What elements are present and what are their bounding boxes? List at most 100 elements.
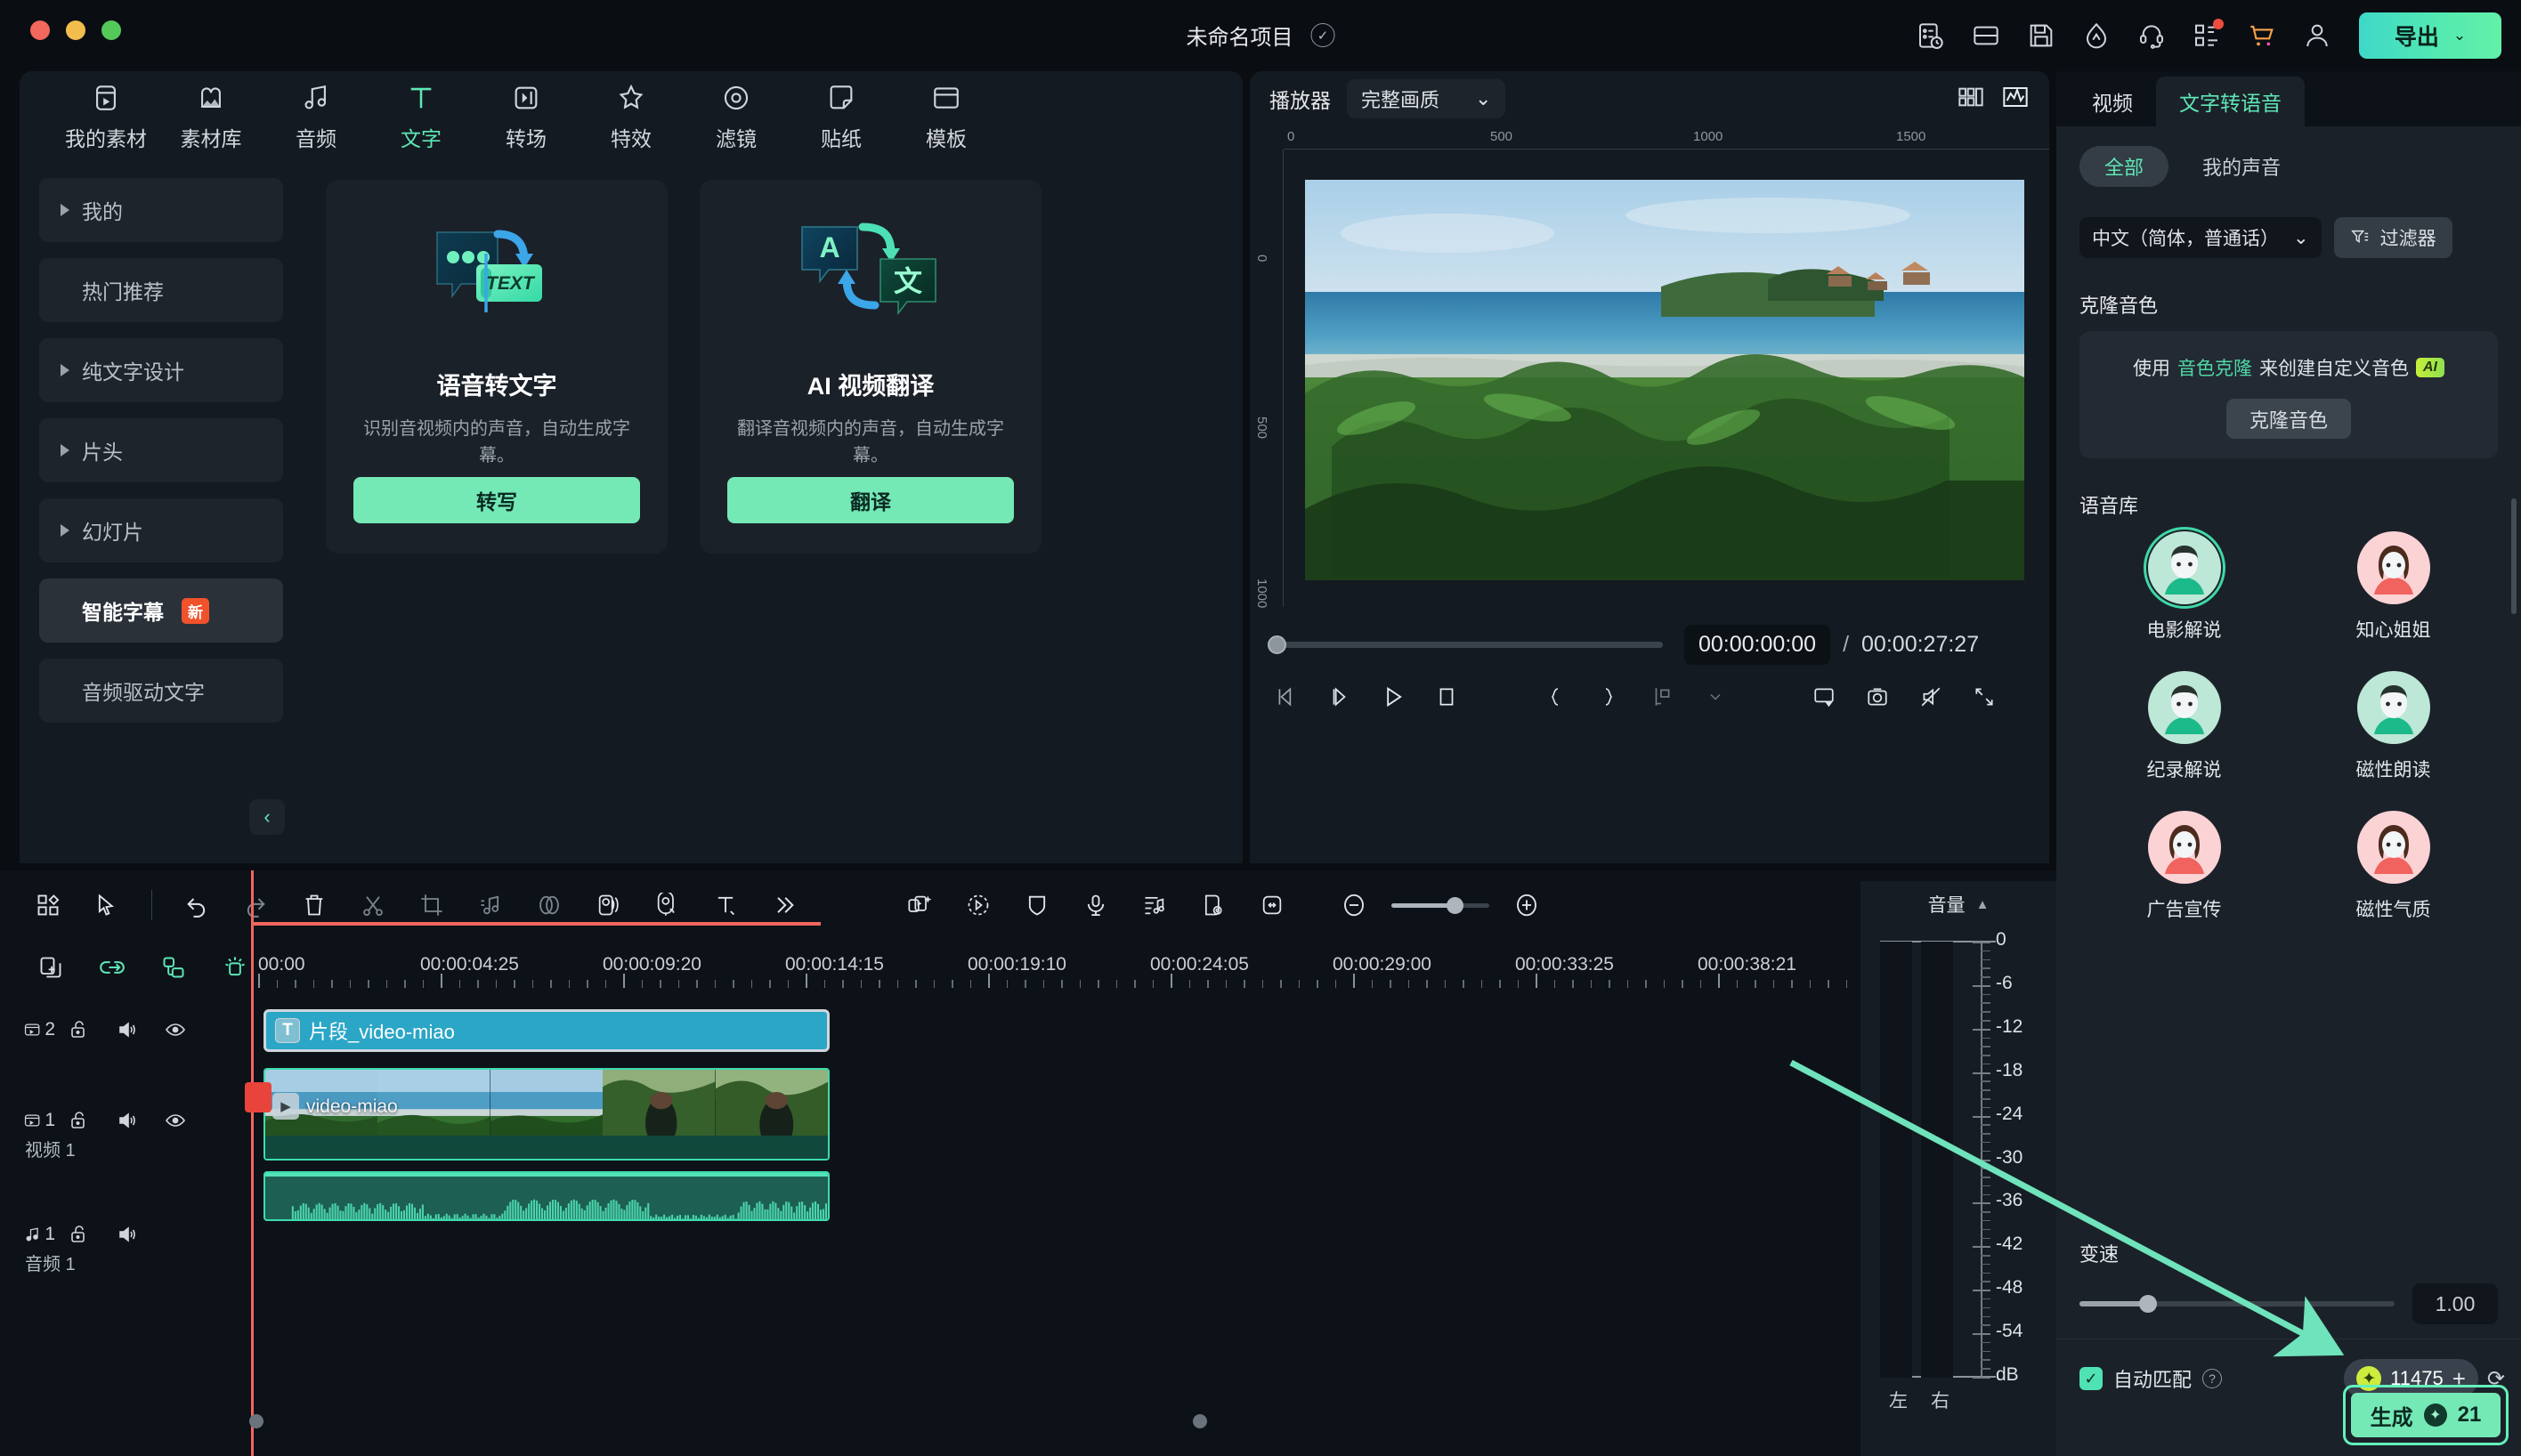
segment-all[interactable]: 全部 bbox=[2079, 146, 2169, 187]
eye-icon[interactable] bbox=[151, 1110, 199, 1131]
automatch-checkbox[interactable]: ✓ bbox=[2079, 1367, 2103, 1390]
current-timecode[interactable]: 00:00:00:00 bbox=[1684, 624, 1831, 665]
support-icon[interactable] bbox=[2126, 10, 2177, 61]
tab-video[interactable]: 视频 bbox=[2069, 77, 2156, 126]
unlock-icon[interactable] bbox=[55, 1110, 103, 1131]
chevron-down-icon[interactable] bbox=[1700, 682, 1731, 712]
minus-icon[interactable] bbox=[1336, 887, 1372, 923]
chevron-left-icon[interactable]: ‹ bbox=[249, 799, 285, 835]
zoom-slider-handle[interactable] bbox=[1446, 896, 1463, 914]
speed-slider[interactable] bbox=[2079, 1295, 2395, 1313]
voice-item-3[interactable]: 磁性朗读 bbox=[2289, 671, 2498, 782]
sidebar-item-plain-text-design[interactable]: 纯文字设计 bbox=[39, 338, 283, 402]
speed-slider-handle[interactable] bbox=[2139, 1295, 2158, 1313]
voice-item-2[interactable]: 纪录解说 bbox=[2079, 671, 2289, 782]
right-panel-scrollbar[interactable] bbox=[2511, 498, 2517, 614]
voice-item-5[interactable]: 磁性气质 bbox=[2289, 811, 2498, 922]
sidebar-item-slideshow[interactable]: 幻灯片 bbox=[39, 498, 283, 562]
clone-text-link[interactable]: 音色克隆 bbox=[2177, 354, 2252, 381]
snapshot-icon[interactable] bbox=[1862, 682, 1893, 712]
ai-tools-icon[interactable] bbox=[902, 887, 937, 923]
scrollbar-handle-right[interactable] bbox=[1193, 1414, 1207, 1428]
meter-header[interactable]: 音量 ▲ bbox=[1860, 881, 2056, 927]
text-clip[interactable]: T 片段_video-miao bbox=[263, 1009, 830, 1052]
mark-out-icon[interactable] bbox=[1593, 682, 1624, 712]
export-button[interactable]: 导出 ⌄ bbox=[2359, 12, 2501, 59]
more-icon[interactable] bbox=[766, 887, 802, 923]
performance-icon[interactable] bbox=[2071, 10, 2122, 61]
text-icon[interactable] bbox=[708, 887, 743, 923]
layout-icon[interactable] bbox=[1960, 10, 2012, 61]
prev-frame-icon[interactable] bbox=[1271, 682, 1301, 712]
playhead[interactable] bbox=[251, 870, 254, 1456]
voice-item-0[interactable]: 电影解说 bbox=[2079, 527, 2289, 643]
video-preview[interactable] bbox=[1305, 180, 2024, 580]
eye-icon[interactable] bbox=[151, 1019, 199, 1040]
detach-audio-icon[interactable] bbox=[473, 887, 508, 923]
shield-icon[interactable] bbox=[1019, 887, 1055, 923]
seek-slider[interactable] bbox=[1268, 635, 1663, 654]
category-templates[interactable]: 模板 bbox=[894, 83, 999, 152]
magnet-icon[interactable] bbox=[218, 950, 251, 985]
caret-up-icon[interactable]: ▲ bbox=[1976, 897, 1990, 912]
translate-button[interactable]: 翻译 bbox=[727, 477, 1014, 523]
auto-caption-icon[interactable] bbox=[649, 887, 685, 923]
speaker-icon[interactable] bbox=[103, 1224, 151, 1245]
history-icon[interactable] bbox=[1905, 10, 1957, 61]
voice-item-1[interactable]: 知心姐姐 bbox=[2289, 531, 2498, 643]
zoom-slider[interactable] bbox=[1391, 896, 1489, 914]
waveform-icon[interactable] bbox=[2001, 83, 2030, 116]
sidebar-item-audio-driven-text[interactable]: 音频驱动文字 bbox=[39, 659, 283, 723]
crop-icon[interactable] bbox=[414, 887, 450, 923]
play-icon[interactable] bbox=[1378, 682, 1408, 712]
duplicate-icon[interactable] bbox=[34, 950, 67, 985]
stop-icon[interactable] bbox=[1431, 682, 1462, 712]
mask-icon[interactable] bbox=[531, 887, 567, 923]
account-icon[interactable] bbox=[2291, 10, 2343, 61]
maximize-window-button[interactable] bbox=[101, 20, 121, 40]
timeline-scrollbar[interactable] bbox=[249, 1414, 1869, 1428]
voice-item-4[interactable]: 广告宣传 bbox=[2079, 811, 2289, 922]
audio-clip[interactable] bbox=[263, 1171, 830, 1221]
sidebar-item-smart-subtitle[interactable]: 智能字幕 新 bbox=[39, 578, 283, 643]
speaker-icon[interactable] bbox=[103, 1110, 151, 1131]
category-text[interactable]: 文字 bbox=[369, 83, 474, 152]
speed-icon[interactable] bbox=[590, 887, 626, 923]
grid-icon[interactable] bbox=[30, 887, 66, 923]
category-filters[interactable]: 滤镜 bbox=[684, 83, 789, 152]
quality-select[interactable]: 完整画质 ⌄ bbox=[1347, 79, 1506, 118]
marker-icon[interactable] bbox=[1647, 682, 1677, 712]
split-icon[interactable] bbox=[355, 887, 391, 923]
mute-icon[interactable] bbox=[1916, 682, 1946, 712]
sidebar-item-opening[interactable]: 片头 bbox=[39, 418, 283, 482]
generate-button[interactable]: 生成 ✦ 21 bbox=[2351, 1393, 2501, 1437]
keyframe-icon[interactable] bbox=[961, 887, 996, 923]
select-tool-icon[interactable] bbox=[89, 887, 125, 923]
voiceover-icon[interactable] bbox=[1078, 887, 1114, 923]
next-frame-icon[interactable] bbox=[1325, 682, 1355, 712]
window-traffic-lights[interactable] bbox=[30, 20, 121, 40]
timeline-ruler[interactable]: 00:00 00:00:04:25 00:00:09:20 00:00:14:1… bbox=[251, 940, 2056, 995]
chevron-down-icon[interactable]: ⌄ bbox=[2453, 27, 2466, 44]
card-ai-video-translate[interactable]: A 文 AI 视频翻译 翻译音视频内的声音，自动生成字幕。 翻译 bbox=[700, 180, 1042, 554]
help-icon[interactable]: ? bbox=[2202, 1369, 2223, 1388]
clone-voice-button[interactable]: 克隆音色 bbox=[2225, 399, 2351, 439]
minimize-window-button[interactable] bbox=[66, 20, 85, 40]
tab-text-to-speech[interactable]: 文字转语音 bbox=[2156, 77, 2305, 126]
fullscreen-icon[interactable] bbox=[1969, 682, 1999, 712]
seek-handle[interactable] bbox=[1268, 635, 1286, 654]
language-select[interactable]: 中文（简体，普通话） ⌄ bbox=[2079, 217, 2322, 258]
grid-view-icon[interactable] bbox=[1957, 83, 1985, 116]
category-effects[interactable]: 特效 bbox=[579, 83, 684, 152]
unlock-icon[interactable] bbox=[55, 1224, 103, 1245]
audio-mixer-icon[interactable] bbox=[1137, 887, 1172, 923]
scrollbar-handle-left[interactable] bbox=[249, 1414, 263, 1428]
display-icon[interactable] bbox=[1809, 682, 1839, 712]
category-stickers[interactable]: 贴纸 bbox=[789, 83, 894, 152]
marker-icon[interactable] bbox=[1196, 887, 1231, 923]
plus-icon[interactable] bbox=[1509, 887, 1544, 923]
group-icon[interactable] bbox=[157, 950, 190, 985]
category-my-media[interactable]: 我的素材 bbox=[53, 83, 158, 152]
filter-button[interactable]: 过滤器 bbox=[2333, 217, 2452, 258]
undo-icon[interactable] bbox=[179, 887, 215, 923]
